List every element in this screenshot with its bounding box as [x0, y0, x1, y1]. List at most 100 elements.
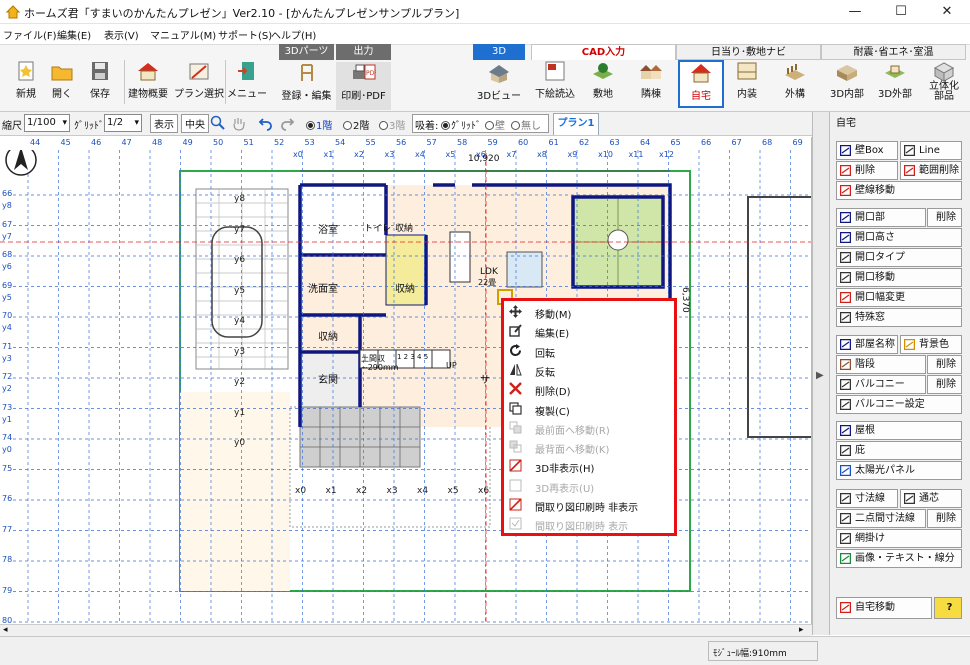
- trace-load-button[interactable]: 下絵読込: [531, 60, 579, 108]
- context-menu-item[interactable]: 複製(C): [506, 400, 672, 419]
- 3d-interior-button[interactable]: 3D内部: [822, 60, 872, 108]
- opening-width-button[interactable]: 開口幅変更: [836, 288, 962, 307]
- interior-button[interactable]: 内装: [724, 60, 770, 108]
- through-center-button[interactable]: 通芯: [900, 489, 962, 508]
- menu-button[interactable]: メニュー: [224, 60, 270, 108]
- own-house-button[interactable]: 自宅: [678, 60, 724, 108]
- delete-button[interactable]: 削除: [836, 161, 898, 180]
- menu-manual[interactable]: マニュアル(M): [150, 27, 216, 42]
- panel-splitter[interactable]: ▶: [812, 112, 830, 635]
- print-pdf-button[interactable]: PDF 印刷･PDF: [336, 62, 391, 110]
- maximize-button[interactable]: ☐: [878, 0, 924, 24]
- plan-canvas[interactable]: 44 45 46 47 48 49 50 51 52 53 54 55 56 57 58 59 60 61 62 63…: [0, 137, 812, 624]
- floor1-radio[interactable]: 1階: [306, 117, 332, 132]
- zoom-icon[interactable]: [210, 115, 226, 134]
- context-menu-item[interactable]: 反転: [506, 361, 672, 380]
- floor2-radio[interactable]: 2階: [343, 117, 369, 132]
- context-menu-item[interactable]: 移動(M): [506, 303, 672, 322]
- room-label-storage-1[interactable]: 収納: [395, 221, 413, 234]
- image-text-button[interactable]: 画像・テキスト・線分: [836, 549, 962, 568]
- new-file-icon: [14, 60, 38, 82]
- hatching-button[interactable]: 網掛け: [836, 529, 962, 548]
- tab-sun-site[interactable]: 日当り･敷地ナビ: [676, 44, 821, 60]
- tab-plan1[interactable]: プラン1: [553, 113, 599, 135]
- undo-icon[interactable]: [258, 115, 274, 134]
- room-label-storage-2[interactable]: 収納: [395, 280, 415, 295]
- neighbor-button[interactable]: 隣棟: [627, 60, 675, 108]
- stairs-delete-button[interactable]: 削除: [927, 355, 962, 374]
- house-move-button[interactable]: 自宅移動: [836, 597, 932, 619]
- 3d-view-button[interactable]: 3Dビュー: [473, 62, 525, 110]
- room-label-washroom[interactable]: 洗面室: [308, 280, 338, 295]
- display-button[interactable]: 表示: [150, 114, 178, 133]
- bg-color-button[interactable]: 背景色: [900, 335, 962, 354]
- save-button[interactable]: 保存: [74, 60, 126, 108]
- room-label-entrance[interactable]: 玄関: [318, 371, 338, 386]
- context-menu-item[interactable]: 間取り図印刷時 非表示: [506, 496, 672, 515]
- balcony-setting-button[interactable]: バルコニー設定: [836, 395, 962, 414]
- menu-file[interactable]: ファイル(F): [3, 27, 57, 42]
- opening-type-button[interactable]: 開口タイプ: [836, 248, 962, 267]
- left-ruler-tick: 76: [2, 494, 13, 503]
- snap-grid-radio[interactable]: ｸﾞﾘｯﾄﾞ: [441, 117, 481, 132]
- plan-select-button[interactable]: プラン選択: [174, 60, 224, 108]
- wall-box-button[interactable]: 壁Box: [836, 141, 898, 160]
- minimize-button[interactable]: —: [832, 0, 878, 24]
- snap-wall-radio[interactable]: 壁: [485, 117, 505, 132]
- collapse-arrow-icon[interactable]: ▶: [816, 370, 824, 381]
- wall-move-button[interactable]: 壁線移動: [836, 181, 962, 200]
- context-menu-item[interactable]: 回転: [506, 342, 672, 361]
- room-label-ldk[interactable]: LDK: [480, 267, 498, 277]
- building-summary-button[interactable]: 建物概要: [120, 60, 176, 108]
- room-label-bath[interactable]: 浴室: [318, 221, 338, 236]
- balcony-delete-button[interactable]: 削除: [927, 375, 962, 394]
- room-label-toilet[interactable]: トイレ: [364, 221, 391, 234]
- roof-button[interactable]: 屋根: [836, 421, 962, 440]
- balcony-button[interactable]: バルコニー: [836, 375, 926, 394]
- solidify-parts-button[interactable]: 立体化 部品: [920, 60, 968, 108]
- opening-move-button[interactable]: 開口移動: [836, 268, 962, 287]
- center-button[interactable]: 中央: [181, 114, 209, 133]
- menu-view[interactable]: 表示(V): [104, 27, 139, 42]
- dimension-button[interactable]: 寸法線: [836, 489, 898, 508]
- tab-cad-input[interactable]: CAD入力: [531, 44, 676, 60]
- scale-select[interactable]: 1/100: [24, 114, 70, 132]
- menu-support[interactable]: サポート(S): [218, 27, 272, 42]
- line-button[interactable]: Line: [900, 141, 962, 160]
- room-name-button[interactable]: 部屋名称: [836, 335, 898, 354]
- 3d-exterior-button[interactable]: 3D外部: [872, 60, 918, 108]
- stairs-button[interactable]: 階段: [836, 355, 926, 374]
- tab-quake-energy[interactable]: 耐震･省エネ･室温: [821, 44, 966, 60]
- horizontal-scrollbar[interactable]: ◂ ▸: [0, 624, 812, 636]
- context-menu-item[interactable]: 3D非表示(H): [506, 457, 672, 476]
- floor3-radio[interactable]: 3階: [379, 117, 405, 132]
- two-point-delete-button[interactable]: 削除: [927, 509, 962, 528]
- solar-button[interactable]: 太陽光パネル: [836, 461, 962, 480]
- move-icon: [509, 305, 522, 318]
- scroll-left-icon[interactable]: ◂: [3, 625, 8, 635]
- menu-help[interactable]: ヘルプ(H): [271, 27, 316, 42]
- pan-hand-icon[interactable]: [231, 115, 247, 134]
- snap-none-radio[interactable]: 無し: [511, 117, 541, 132]
- opening-delete-button[interactable]: 削除: [927, 208, 962, 227]
- help-button[interactable]: ?: [934, 597, 962, 619]
- register-edit-button[interactable]: 登録・編集: [279, 62, 334, 110]
- special-window-button[interactable]: 特殊窓: [836, 308, 962, 327]
- site-button[interactable]: 敷地: [579, 60, 627, 108]
- two-point-dim-button[interactable]: 二点間寸法線: [836, 509, 926, 528]
- eaves-button[interactable]: 庇: [836, 441, 962, 460]
- range-delete-button[interactable]: 範囲削除: [900, 161, 962, 180]
- redo-icon[interactable]: [279, 115, 295, 134]
- context-menu-item[interactable]: 削除(D): [506, 380, 672, 399]
- context-menu-item[interactable]: 編集(E): [506, 322, 672, 341]
- through-center-icon: [903, 492, 916, 505]
- grid-select[interactable]: 1/2: [104, 114, 142, 132]
- open-folder-icon: [50, 60, 74, 82]
- opening-height-button[interactable]: 開口高さ: [836, 228, 962, 247]
- exterior-button[interactable]: 外構: [770, 60, 820, 108]
- close-button[interactable]: ✕: [924, 0, 970, 24]
- menu-edit[interactable]: 編集(E): [57, 27, 91, 42]
- opening-button[interactable]: 開口部: [836, 208, 926, 227]
- room-label-storage-3[interactable]: 収納: [318, 328, 338, 343]
- scroll-right-icon[interactable]: ▸: [799, 625, 804, 635]
